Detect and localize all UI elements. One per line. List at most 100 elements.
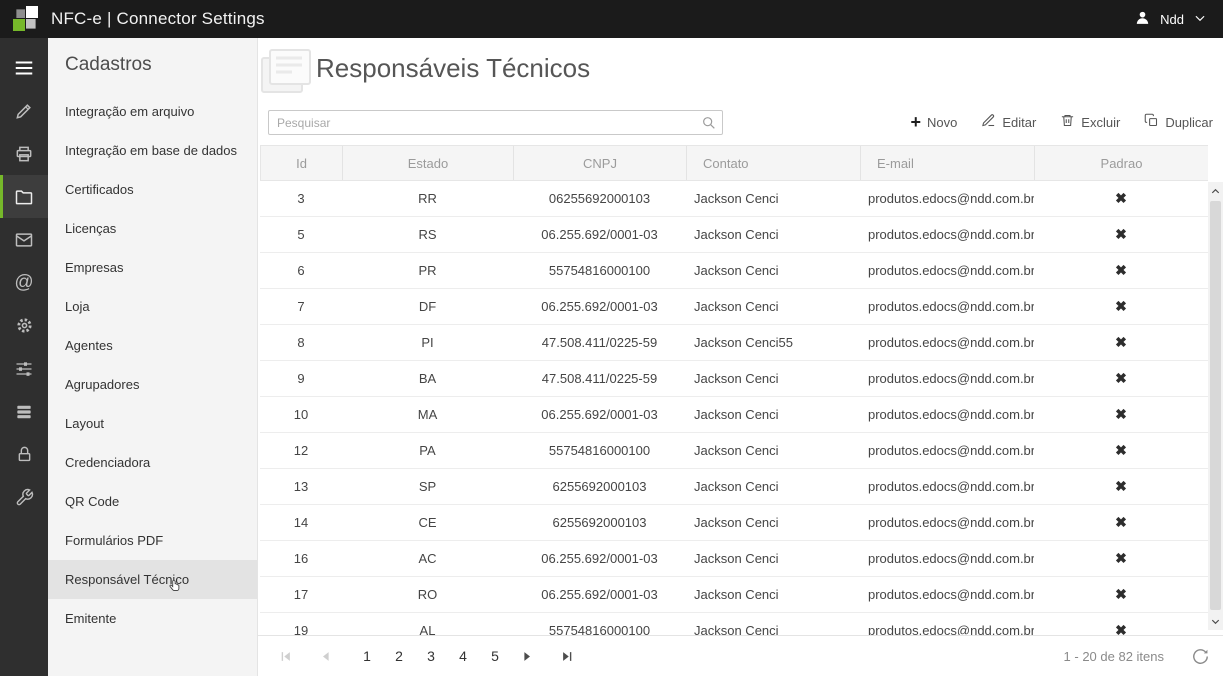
table-cell: PR: [342, 253, 513, 288]
layers-icon[interactable]: [0, 390, 48, 433]
sidebar-item[interactable]: Formulários PDF: [48, 521, 257, 560]
wrench-icon[interactable]: [0, 476, 48, 519]
table-cell: produtos.edocs@ndd.com.br: [860, 361, 1034, 396]
sidebar-item-label: Layout: [65, 416, 104, 431]
sidebar-item[interactable]: Loja: [48, 287, 257, 326]
column-header[interactable]: CNPJ: [514, 146, 687, 180]
table-cell: 47.508.411/0225-59: [513, 361, 686, 396]
prev-page-button[interactable]: [312, 643, 338, 669]
lock-icon[interactable]: [0, 433, 48, 476]
first-page-button[interactable]: [272, 643, 298, 669]
page-number[interactable]: 5: [486, 645, 504, 667]
table-row[interactable]: 13SP6255692000103Jackson Cenciprodutos.e…: [260, 469, 1208, 505]
table-cell: CE: [342, 505, 513, 540]
table-cell: 19: [260, 613, 342, 635]
sidebar-item-label: Empresas: [65, 260, 124, 275]
refresh-icon[interactable]: [1192, 648, 1209, 665]
at-icon[interactable]: @: [0, 261, 48, 304]
table-row[interactable]: 5RS06.255.692/0001-03Jackson Cenciprodut…: [260, 217, 1208, 253]
table-row[interactable]: 19AL55754816000100Jackson Cenciprodutos.…: [260, 613, 1208, 635]
sidebar-item[interactable]: QR Code: [48, 482, 257, 521]
table-cell: 5: [260, 217, 342, 252]
plus-icon: +: [910, 115, 921, 129]
duplicar-button[interactable]: Duplicar: [1144, 113, 1213, 131]
table-cell: Jackson Cenci: [686, 289, 860, 324]
table-row[interactable]: 17RO06.255.692/0001-03Jackson Cenciprodu…: [260, 577, 1208, 613]
scroll-down-icon[interactable]: [1208, 613, 1223, 629]
sliders-icon[interactable]: [0, 347, 48, 390]
last-page-button[interactable]: [554, 643, 580, 669]
padrao-cross-icon: ✖: [1034, 613, 1208, 635]
page-number[interactable]: 2: [390, 645, 408, 667]
table-cell: Jackson Cenci: [686, 613, 860, 635]
table-row[interactable]: 6PR55754816000100Jackson Cenciprodutos.e…: [260, 253, 1208, 289]
mail-icon[interactable]: [0, 218, 48, 261]
column-header[interactable]: Padrao: [1035, 146, 1208, 180]
table-row[interactable]: 10MA06.255.692/0001-03Jackson Cenciprodu…: [260, 397, 1208, 433]
main-content: Responsáveis Técnicos + Novo Editar: [258, 38, 1223, 676]
table-cell: 06255692000103: [513, 181, 686, 216]
search-input[interactable]: [269, 111, 722, 134]
table-cell: 6255692000103: [513, 469, 686, 504]
column-header[interactable]: E-mail: [861, 146, 1035, 180]
table-cell: 55754816000100: [513, 253, 686, 288]
scrollbar-thumb[interactable]: [1210, 201, 1221, 610]
scroll-up-icon[interactable]: [1208, 183, 1223, 199]
folder-icon[interactable]: [0, 175, 48, 218]
sidebar-item[interactable]: Integração em arquivo: [48, 92, 257, 131]
sidebar-item[interactable]: Integração em base de dados: [48, 131, 257, 170]
tools-icon[interactable]: [0, 89, 48, 132]
table-cell: produtos.edocs@ndd.com.br: [860, 469, 1034, 504]
sidebar-item[interactable]: Empresas: [48, 248, 257, 287]
table-cell: Jackson Cenci: [686, 469, 860, 504]
search-icon[interactable]: [701, 115, 717, 136]
table-cell: 13: [260, 469, 342, 504]
table-row[interactable]: 3RR06255692000103Jackson Cenciprodutos.e…: [260, 181, 1208, 217]
table-row[interactable]: 9BA47.508.411/0225-59Jackson Cenciprodut…: [260, 361, 1208, 397]
trash-icon: [1060, 113, 1075, 131]
column-header[interactable]: Id: [261, 146, 343, 180]
user-menu[interactable]: Ndd: [1134, 0, 1207, 38]
column-header[interactable]: Contato: [687, 146, 861, 180]
novo-button[interactable]: + Novo: [910, 113, 957, 131]
sidebar-item-label: Credenciadora: [65, 455, 150, 470]
table-scrollbar[interactable]: [1208, 182, 1223, 630]
table-cell: 06.255.692/0001-03: [513, 577, 686, 612]
page-number[interactable]: 1: [358, 645, 376, 667]
sidebar-item[interactable]: Layout: [48, 404, 257, 443]
page-number[interactable]: 4: [454, 645, 472, 667]
next-page-button[interactable]: [514, 643, 540, 669]
table-cell: 55754816000100: [513, 613, 686, 635]
padrao-cross-icon: ✖: [1034, 397, 1208, 432]
data-grid: IdEstadoCNPJContatoE-mailPadrao 3RR06255…: [260, 145, 1208, 635]
sidebar-item[interactable]: Certificados: [48, 170, 257, 209]
table-row[interactable]: 7DF06.255.692/0001-03Jackson Cenciprodut…: [260, 289, 1208, 325]
table-row[interactable]: 8PI47.508.411/0225-59Jackson Cenci55prod…: [260, 325, 1208, 361]
column-header[interactable]: Estado: [343, 146, 514, 180]
app-title: NFC-e | Connector Settings: [51, 9, 265, 29]
sidebar-item[interactable]: Licenças: [48, 209, 257, 248]
table-cell: Jackson Cenci: [686, 253, 860, 288]
menu-icon[interactable]: [0, 46, 48, 89]
sidebar-heading: Cadastros: [48, 38, 257, 92]
editar-label: Editar: [1002, 115, 1036, 130]
table-row[interactable]: 14CE6255692000103Jackson Cenciprodutos.e…: [260, 505, 1208, 541]
topbar: NFC-e | Connector Settings Ndd: [0, 0, 1223, 38]
printer-icon[interactable]: [0, 132, 48, 175]
sidebar-item[interactable]: Responsável Técnico: [48, 560, 257, 599]
table-cell: 06.255.692/0001-03: [513, 289, 686, 324]
sidebar-item[interactable]: Credenciadora: [48, 443, 257, 482]
padrao-cross-icon: ✖: [1034, 577, 1208, 612]
table-cell: PI: [342, 325, 513, 360]
page-number[interactable]: 3: [422, 645, 440, 667]
excluir-button[interactable]: Excluir: [1060, 113, 1120, 131]
table-row[interactable]: 12PA55754816000100Jackson Cenciprodutos.…: [260, 433, 1208, 469]
sidebar-item[interactable]: Agentes: [48, 326, 257, 365]
page-numbers: 12345: [358, 645, 504, 667]
padrao-cross-icon: ✖: [1034, 253, 1208, 288]
gear-icon[interactable]: [0, 304, 48, 347]
sidebar-item[interactable]: Agrupadores: [48, 365, 257, 404]
editar-button[interactable]: Editar: [981, 113, 1036, 131]
sidebar-item[interactable]: Emitente: [48, 599, 257, 638]
table-row[interactable]: 16AC06.255.692/0001-03Jackson Cenciprodu…: [260, 541, 1208, 577]
